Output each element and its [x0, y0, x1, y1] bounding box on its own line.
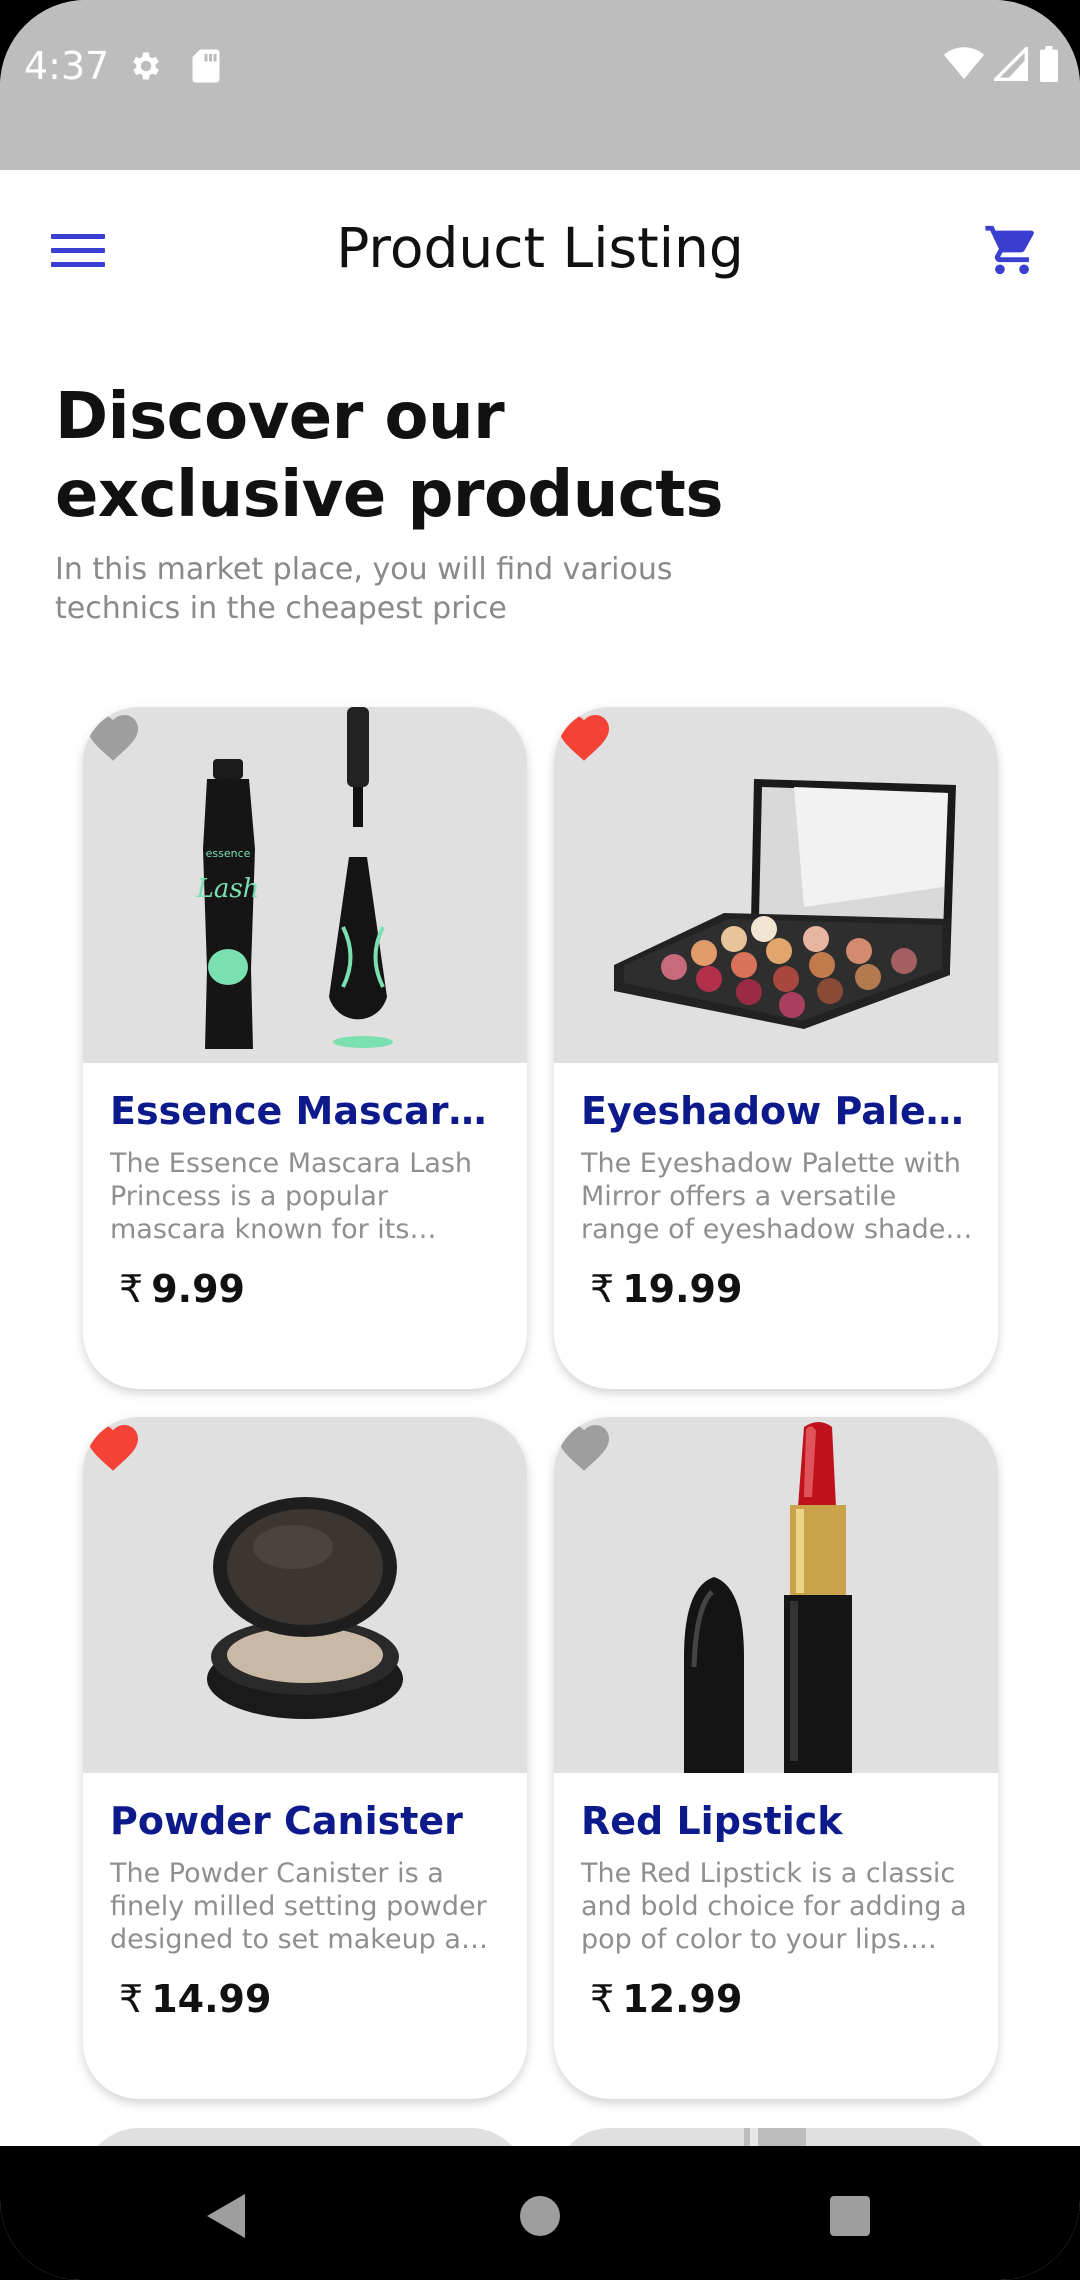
product-description: The Red Lipstick is a classic and bold c… [581, 1858, 967, 1955]
app-bar: Product Listing [0, 170, 1080, 330]
favorite-heart-icon[interactable] [83, 707, 143, 763]
price-value: 9.99 [151, 1267, 245, 1311]
system-navigation-bar [0, 2146, 1080, 2280]
product-image [83, 1417, 527, 1773]
price-value: 12.99 [622, 1977, 743, 2021]
currency-symbol: ₹ [119, 1267, 144, 1311]
page-title: Product Listing [336, 216, 744, 280]
home-circle-icon [520, 2196, 560, 2236]
recents-button[interactable] [810, 2176, 890, 2256]
hero-subtitle: In this market place, you will find vari… [55, 552, 673, 626]
status-time: 4:37 [24, 44, 110, 88]
wifi-icon [944, 47, 984, 86]
product-name: Red Lipstick [581, 1799, 843, 1843]
recents-square-icon [830, 2196, 870, 2236]
product-description: The Essence Mascara Lash Princess is a p… [110, 1148, 473, 1245]
battery-icon [1038, 46, 1060, 87]
product-card[interactable]: Red Lipstick The Red Lipstick is a class… [554, 1417, 998, 2099]
product-image [554, 707, 998, 1063]
product-image: essence Lash [83, 707, 527, 1063]
product-price: ₹19.99 [590, 1267, 742, 1311]
favorite-heart-icon[interactable] [83, 1417, 143, 1473]
price-value: 19.99 [622, 1267, 743, 1311]
product-price: ₹12.99 [590, 1977, 742, 2021]
product-name: Essence Mascara Lash Princess [110, 1089, 510, 1133]
sd-card-icon [190, 48, 222, 89]
price-value: 14.99 [151, 1977, 272, 2021]
product-description: The Powder Canister is a finely milled s… [110, 1858, 496, 1955]
svg-text:Lash: Lash [196, 874, 260, 904]
product-price: ₹9.99 [119, 1267, 245, 1311]
back-triangle-icon [207, 2194, 245, 2238]
hero-title: Discover our exclusive products [55, 380, 723, 532]
product-image [554, 1417, 998, 1773]
status-bar: 4:37 [0, 0, 1080, 170]
product-name: Powder Canister [110, 1799, 463, 1843]
app-screen: 4:37 Product Listing Discover our exclus… [0, 0, 1080, 2280]
currency-symbol: ₹ [119, 1977, 144, 2021]
cart-button[interactable] [972, 214, 1052, 286]
signal-icon [991, 44, 1028, 86]
product-card[interactable]: Powder Canister The Powder Canister is a… [83, 1417, 527, 2099]
currency-symbol: ₹ [590, 1267, 615, 1311]
back-button[interactable] [186, 2176, 266, 2256]
settings-icon [128, 48, 164, 89]
shopping-cart-icon [985, 225, 1034, 275]
svg-text:essence: essence [206, 847, 251, 860]
favorite-heart-icon[interactable] [554, 707, 614, 763]
product-description: The Eyeshadow Palette with Mirror offers… [581, 1148, 961, 1245]
product-price: ₹14.99 [119, 1977, 271, 2021]
product-name: Eyeshadow Palette with Mirror [581, 1089, 981, 1133]
favorite-heart-icon[interactable] [554, 1417, 614, 1473]
home-button[interactable] [500, 2176, 580, 2256]
currency-symbol: ₹ [590, 1977, 615, 2021]
product-card[interactable]: essence Lash Essence Mascara Lash Prince… [83, 707, 527, 1389]
product-card[interactable]: Eyeshadow Palette with Mirror The Eyesha… [554, 707, 998, 1389]
